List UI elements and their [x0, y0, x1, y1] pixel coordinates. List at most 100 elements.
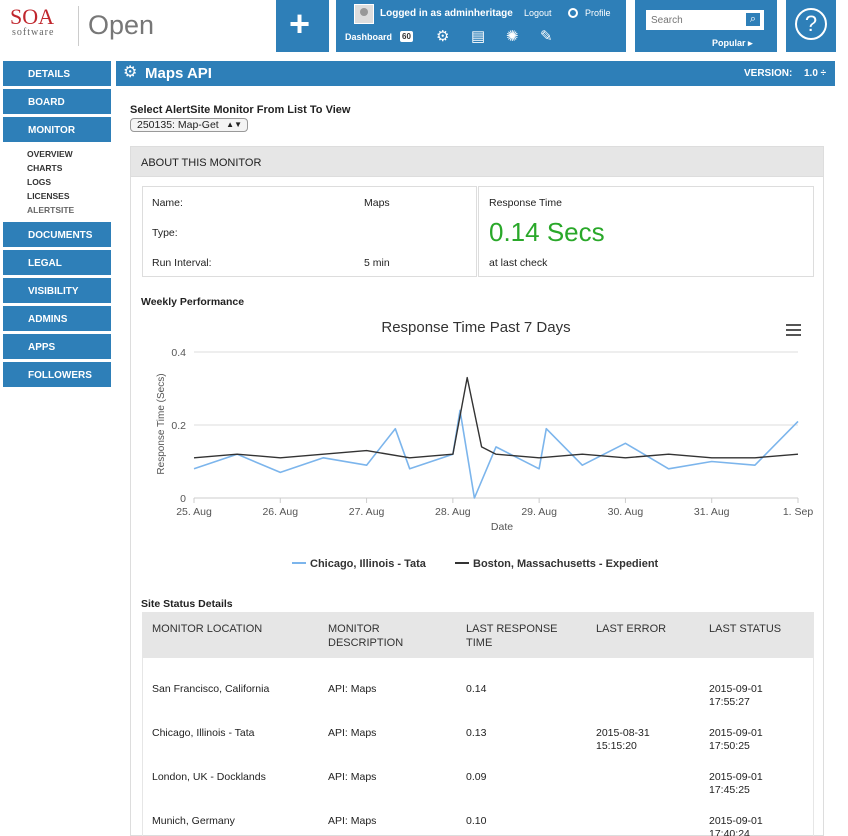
- y-tick-label: 0.4: [171, 347, 186, 359]
- sidebar-item-documents[interactable]: DOCUMENTS: [3, 222, 111, 247]
- profile-icon[interactable]: [568, 8, 578, 18]
- y-axis-label: Response Time (Secs): [156, 373, 167, 474]
- logo-open-text: Open: [88, 10, 155, 40]
- sidebar-item-details[interactable]: DETAILS: [3, 61, 111, 86]
- table-cell: 2015-09-01 17:55:27: [709, 683, 763, 708]
- table-cell: 2015-09-01 17:50:25: [709, 727, 763, 752]
- sidebar-sub-charts[interactable]: CHARTS: [27, 163, 62, 173]
- sidebar-item-visibility[interactable]: VISIBILITY: [3, 278, 111, 303]
- sidebar-item-apps[interactable]: APPS: [3, 334, 111, 359]
- interval-value: 5 min: [364, 257, 390, 269]
- response-sub: at last check: [489, 257, 548, 269]
- series-line-2[interactable]: [193, 376, 799, 459]
- table-cell: 0.09: [466, 771, 487, 783]
- user-panel: Logged in as adminheritage Logout Profil…: [336, 0, 626, 52]
- response-value: 0.14 Secs: [489, 217, 605, 247]
- layout-icon[interactable]: ▤: [471, 29, 485, 45]
- about-heading: ABOUT THIS MONITOR: [130, 146, 824, 177]
- gear-icon[interactable]: ⚙: [123, 65, 137, 81]
- col-last-error: LAST ERROR: [596, 623, 667, 635]
- monitor-select-label: Select AlertSite Monitor From List To Vi…: [130, 104, 351, 116]
- legend-item[interactable]: Chicago, Illinois - Tata: [310, 558, 427, 570]
- table-cell: 2015-09-01 17:45:25: [709, 771, 763, 796]
- table-cell: API: Maps: [328, 727, 377, 739]
- legend-item[interactable]: Boston, Massachusetts - Expedient: [473, 558, 659, 570]
- sidebar-sub-licenses[interactable]: LICENSES: [27, 191, 70, 201]
- site-status-table-header: MONITOR LOCATION MONITOR DESCRIPTION LAS…: [142, 612, 814, 658]
- col-monitor-description: MONITOR DESCRIPTION: [328, 623, 404, 649]
- logged-in-text[interactable]: Logged in as adminheritage: [380, 8, 513, 19]
- table-cell: Chicago, Illinois - Tata: [152, 727, 255, 739]
- help-icon[interactable]: ?: [795, 8, 827, 40]
- col-last-status: LAST STATUS: [709, 623, 782, 635]
- response-label: Response Time: [489, 197, 562, 209]
- palette-icon[interactable]: ✺: [506, 29, 519, 45]
- x-tick-label: 29. Aug: [521, 506, 557, 518]
- name-value: Maps: [364, 197, 390, 209]
- table-cell: API: Maps: [328, 771, 377, 783]
- add-button[interactable]: +: [276, 0, 329, 52]
- gears-icon[interactable]: ⚙: [436, 29, 449, 45]
- x-tick-label: 25. Aug: [176, 506, 212, 518]
- sidebar-item-admins[interactable]: ADMINS: [3, 306, 111, 331]
- search-icon[interactable]: ⌕: [744, 11, 762, 28]
- name-label: Name:: [152, 197, 183, 209]
- x-tick-label: 26. Aug: [262, 506, 298, 518]
- table-cell: 0.14: [466, 683, 487, 695]
- y-tick-label: 0: [180, 493, 186, 505]
- response-time-card: Response Time 0.14 Secs at last check: [478, 186, 814, 277]
- avatar[interactable]: [354, 4, 374, 24]
- sidebar-item-board[interactable]: BOARD: [3, 89, 111, 114]
- x-tick-label: 30. Aug: [608, 506, 644, 518]
- weekly-performance-label: Weekly Performance: [141, 296, 245, 308]
- monitor-select-value: 250135: Map-Get: [137, 119, 219, 131]
- sidebar-sub-overview[interactable]: OVERVIEW: [27, 149, 73, 159]
- wrench-icon[interactable]: ✎: [540, 29, 553, 45]
- select-arrow-icon: ▲▼: [226, 120, 242, 129]
- soa-logo[interactable]: SOA software: [10, 6, 54, 38]
- x-tick-label: 1. Sep: [783, 506, 814, 518]
- table-cell: API: Maps: [328, 815, 377, 827]
- interval-label: Run Interval:: [152, 257, 212, 269]
- sidebar-item-legal[interactable]: LEGAL: [3, 250, 111, 275]
- table-cell: London, UK - Docklands: [152, 771, 266, 783]
- plus-icon: +: [289, 3, 311, 44]
- page-title: Maps API: [145, 65, 212, 82]
- logo-divider: [78, 6, 79, 46]
- sidebar-item-monitor[interactable]: MONITOR: [3, 117, 111, 142]
- popular-link[interactable]: Popular ▸: [712, 38, 753, 49]
- x-axis-label: Date: [491, 521, 513, 533]
- logo-software-text: software: [12, 27, 55, 38]
- chart-title: Response Time Past 7 Days: [381, 319, 570, 336]
- site-status-heading: Site Status Details: [141, 598, 233, 610]
- table-cell: San Francisco, California: [152, 683, 270, 695]
- table-cell: 2015-09-01 17:40:24: [709, 815, 763, 836]
- api-title-bar: ⚙ Maps API VERSION: 1.0 ÷: [116, 61, 835, 86]
- type-label: Type:: [152, 227, 178, 239]
- chart-menu-icon[interactable]: [786, 324, 801, 336]
- x-tick-label: 28. Aug: [435, 506, 471, 518]
- monitor-info-card: Name: Maps Type: Run Interval: 5 min: [142, 186, 477, 277]
- sidebar-sub-alertsite[interactable]: ALERTSITE: [27, 205, 74, 215]
- col-last-response-time: LAST RESPONSE TIME: [466, 623, 558, 649]
- table-cell: 0.13: [466, 727, 487, 739]
- monitor-select[interactable]: 250135: Map-Get ▲▼: [130, 118, 248, 132]
- dashboard-count-badge: 60: [400, 31, 413, 42]
- table-cell: 0.10: [466, 815, 487, 827]
- table-cell: 2015-08-31 15:15:20: [596, 727, 650, 752]
- logo-soa-text: SOA: [10, 4, 55, 29]
- profile-link[interactable]: Profile: [585, 8, 611, 18]
- version-select[interactable]: 1.0 ÷: [804, 68, 826, 79]
- logout-link[interactable]: Logout: [524, 8, 552, 18]
- x-tick-label: 31. Aug: [694, 506, 730, 518]
- sidebar-item-followers[interactable]: FOLLOWERS: [3, 362, 111, 387]
- table-cell: Munich, Germany: [152, 815, 235, 827]
- y-tick-label: 0.2: [171, 420, 186, 432]
- help-panel: ?: [786, 0, 836, 52]
- x-tick-label: 27. Aug: [349, 506, 385, 518]
- dashboard-link[interactable]: Dashboard: [345, 32, 392, 42]
- search-panel: ⌕ Popular ▸: [635, 0, 777, 52]
- col-monitor-location: MONITOR LOCATION: [152, 623, 263, 635]
- sidebar-sub-logs[interactable]: LOGS: [27, 177, 51, 187]
- response-time-chart: Response Time Past 7 Days 0 0.2 0.4 25. Au…: [156, 319, 814, 570]
